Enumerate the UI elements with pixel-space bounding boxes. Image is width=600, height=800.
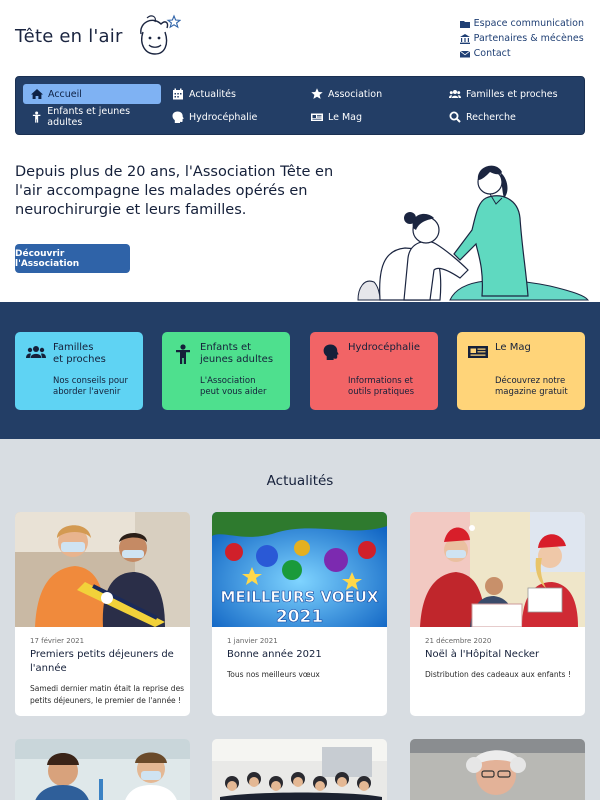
nav-item-actualites[interactable]: Actualités [164,84,294,104]
nav-label: Le Mag [328,111,363,123]
news-summary: Distribution des cadeaux aux enfants ! [425,670,571,679]
news-section: Actualités 17 février 2021 Premiers peti… [0,439,600,800]
news-card[interactable]: 21 décembre 2020 Noël à l'Hôpital Necker… [410,512,585,716]
head-icon [172,111,184,123]
category-band: Familles et proches Nos conseils pour ab… [0,302,600,439]
nav-label: Hydrocéphalie [189,111,258,123]
category-title: Hydrocéphalie [348,342,420,353]
category-description: Informations et outils pratiques [348,376,415,397]
nav-label: Recherche [466,111,516,123]
nav-item-recherche[interactable]: Recherche [441,107,581,127]
search-icon [449,111,461,123]
folder-icon [459,20,470,28]
nav-item-association[interactable]: Association [303,84,433,104]
news-title: Bonne année 2021 [227,649,322,660]
newspaper-icon [468,346,488,358]
home-icon [31,89,43,99]
users-icon [449,90,461,98]
news-section-title: Actualités [266,473,334,489]
news-photo [15,512,190,627]
news-card-photo[interactable] [15,739,190,800]
category-card-le-mag[interactable]: Le Mag Découvrez notre magazine gratuit [457,332,585,410]
site-logo[interactable]: Tête en l'air [15,14,181,58]
category-description: Nos conseils pour aborder l'avenir [53,376,128,397]
news-title: Premiers petits déjeuners de l'année [30,649,174,674]
image-text-voeux: MEILLEURS VOEUX [221,588,379,606]
envelope-icon [459,50,470,57]
category-description: Découvrez notre magazine gratuit [495,376,568,397]
link-label: Espace communication [473,18,584,29]
child-icon [32,111,41,123]
users-icon [26,346,46,358]
category-card-familles[interactable]: Familles et proches Nos conseils pour ab… [15,332,143,410]
category-description: L'Association peut vous aider [200,376,267,397]
child-icon [176,344,190,364]
category-title: Le Mag [495,342,531,353]
news-card-photo[interactable] [212,739,387,800]
news-title: Noël à l'Hôpital Necker [425,649,540,660]
category-title: Familles et proches [53,342,106,365]
link-label: Partenaires & mécènes [473,33,584,44]
news-card[interactable]: MEILLEURS VOEUX 2021 1 janvier 2021 Bonn… [212,512,387,716]
top-links: Espace communication Partenaires & mécèn… [459,16,584,61]
category-card-hydrocephalie[interactable]: Hydrocéphalie Informations et outils pra… [310,332,438,410]
news-photo [410,512,585,627]
hero-illustration [357,165,590,301]
category-title: Enfants et jeunes adultes [200,342,274,365]
nav-item-le-mag[interactable]: Le Mag [303,107,433,127]
link-espace-communication[interactable]: Espace communication [459,16,584,31]
nav-label: Actualités [189,88,236,100]
news-date: 17 février 2021 [30,637,85,645]
star-icon [311,88,323,99]
nav-item-familles[interactable]: Familles et proches [441,84,581,104]
site-header: Tête en l'air Espace communication Parte… [0,0,600,76]
calendar-icon [173,88,183,100]
logo-text: Tête en l'air [15,25,123,47]
nav-item-accueil[interactable]: Accueil [23,84,161,104]
link-partenaires[interactable]: Partenaires & mécènes [459,31,584,46]
news-photo: MEILLEURS VOEUX 2021 [212,512,387,627]
nav-label: Familles et proches [466,88,558,100]
discover-association-button[interactable]: Découvrir l'Association [15,244,130,273]
hero-text: Depuis plus de 20 ans, l'Association Têt… [15,164,334,218]
newspaper-icon [311,113,323,121]
news-card[interactable]: 17 février 2021 Premiers petits déjeuner… [15,512,190,716]
link-contact[interactable]: Contact [459,46,584,61]
nav-item-enfants[interactable]: Enfants et jeunes adultes [23,106,161,128]
main-nav: Accueil Actualités Association Familles … [15,76,585,135]
image-text-year: 2021 [276,607,323,627]
news-date: 21 décembre 2020 [425,637,492,645]
link-label: Contact [473,48,511,59]
news-card-photo[interactable] [410,739,585,800]
bank-icon [459,33,470,44]
nav-label: Accueil [48,88,82,100]
news-summary: Tous nos meilleurs vœux [227,670,320,679]
category-card-enfants[interactable]: Enfants et jeunes adultes L'Association … [162,332,290,410]
head-icon [323,344,339,360]
news-date: 1 janvier 2021 [227,637,278,645]
nav-label: Association [328,88,383,100]
news-summary: Samedi dernier matin était la reprise de… [30,684,185,705]
nav-item-hydrocephalie[interactable]: Hydrocéphalie [164,107,294,127]
nav-label: Enfants et jeunes adultes [47,106,131,128]
logo-face-icon [139,14,181,55]
